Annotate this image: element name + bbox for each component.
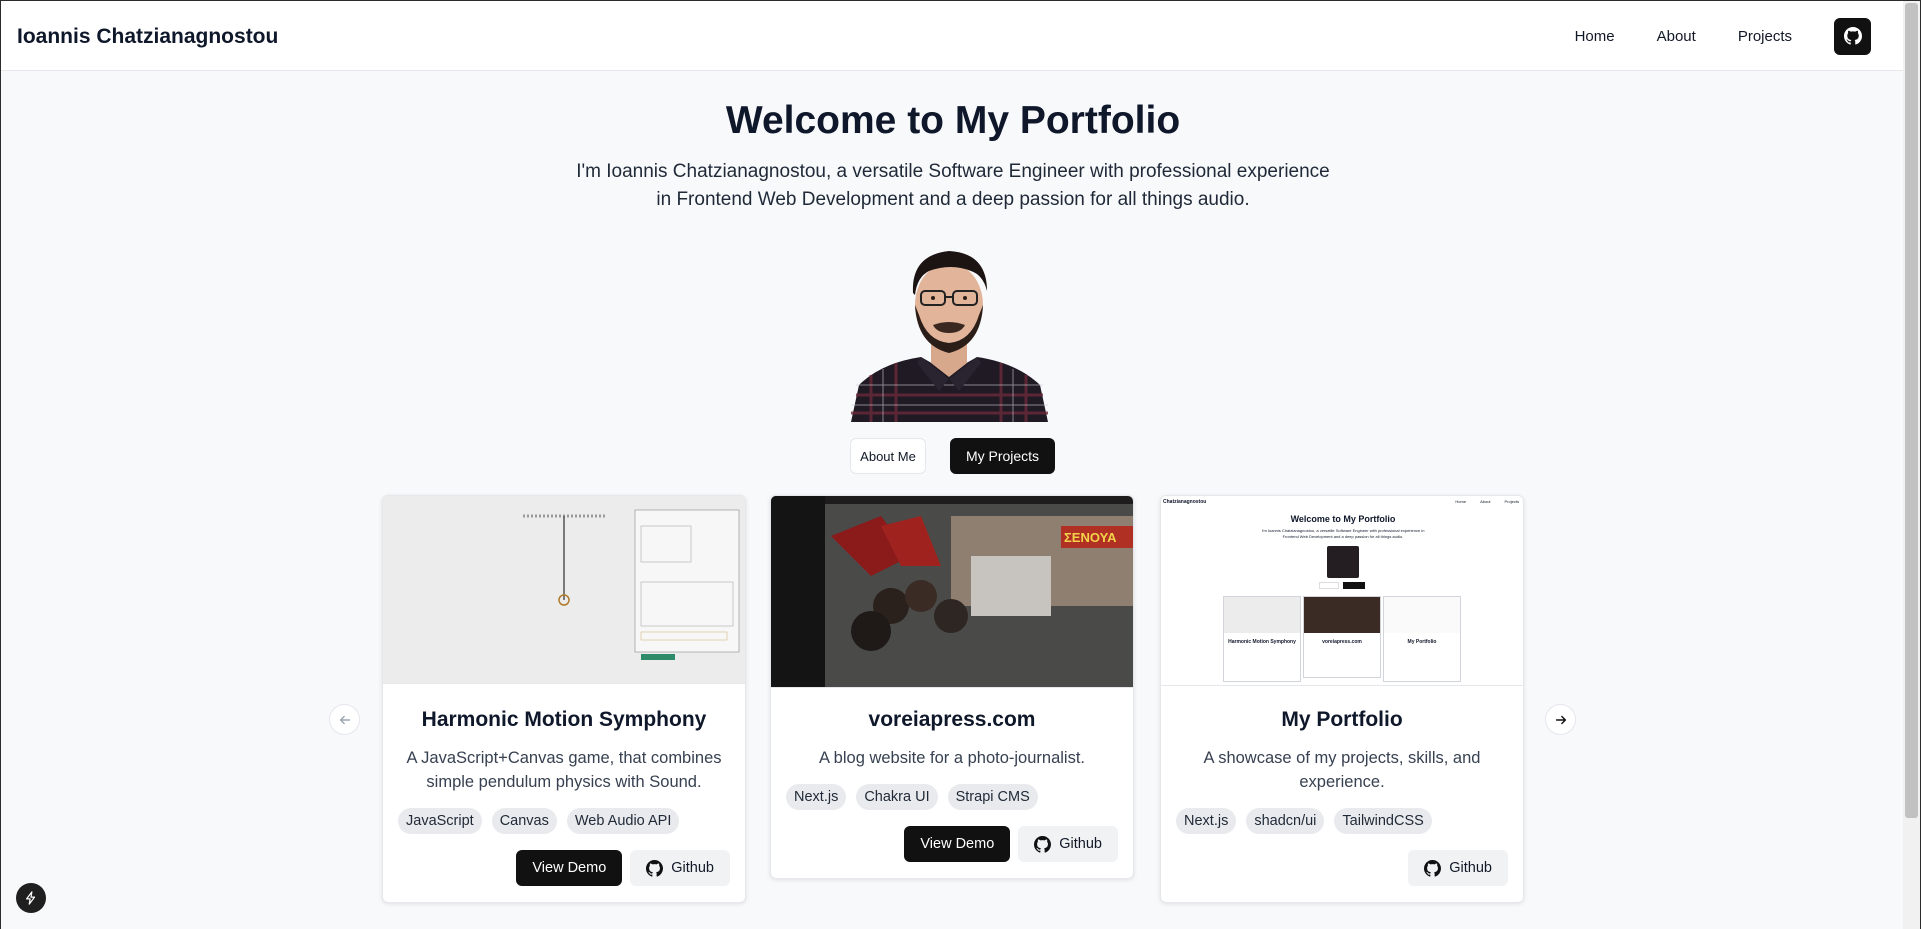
brand-name[interactable]: Ioannis Chatzianagnostou [17, 25, 278, 49]
about-me-button[interactable]: About Me [850, 438, 926, 474]
hero-title: Welcome to My Portfolio [725, 99, 1181, 142]
github-icon [1034, 835, 1052, 853]
thumb-nav-item: Home [1455, 499, 1467, 504]
project-screenshot: Chatzianagnostou Home About Projects Wel… [1161, 496, 1523, 686]
main-nav: Home About Projects [1575, 17, 1905, 55]
project-card: Harmonic Motion Symphony A JavaScript+Ca… [382, 495, 746, 903]
tech-tag: shadcn/ui [1246, 808, 1325, 834]
github-button[interactable]: Github [630, 850, 730, 886]
card-actions: Github [1161, 850, 1523, 886]
github-icon [1424, 859, 1442, 877]
project-description: A JavaScript+Canvas game, that combines … [406, 749, 722, 791]
card-actions: View Demo Github [771, 826, 1133, 862]
carousel-next-button[interactable] [1545, 704, 1576, 735]
tech-tag: Next.js [1176, 808, 1237, 834]
github-button-label: Github [671, 860, 714, 876]
github-button-label: Github [1449, 860, 1492, 876]
carousel-prev-button[interactable] [329, 704, 360, 735]
project-title: My Portfolio [1281, 708, 1403, 731]
browser-viewport: Ioannis Chatzianagnostou Home About Proj… [0, 0, 1921, 929]
card-actions: View Demo Github [383, 850, 745, 886]
project-screenshot: ΣΕΝΟΥΑ [771, 496, 1133, 688]
scrollbar-thumb[interactable] [1905, 3, 1918, 818]
lightning-icon [26, 891, 36, 905]
thumb-title: Welcome to My Portfolio [1290, 514, 1396, 524]
project-title: voreiapress.com [868, 708, 1036, 731]
tech-tag: Strapi CMS [947, 784, 1038, 810]
tech-tags: Next.js Chakra UI Strapi CMS [771, 784, 1133, 810]
project-screenshot [383, 496, 745, 684]
view-demo-button[interactable]: View Demo [904, 826, 1011, 862]
tech-tag: Next.js [786, 784, 847, 810]
project-title: Harmonic Motion Symphony [421, 708, 707, 731]
github-icon [1843, 27, 1862, 45]
thumb-card-title: My Portfolio [1407, 639, 1437, 645]
project-description: A showcase of my projects, skills, and e… [1203, 749, 1481, 791]
tech-tag: Web Audio API [566, 808, 680, 834]
thumb-card-title: Harmonic Motion Symphony [1228, 639, 1296, 645]
my-projects-button[interactable]: My Projects [950, 438, 1055, 474]
github-button[interactable]: Github [1018, 826, 1118, 862]
arrow-right-icon [1555, 715, 1566, 724]
tech-tag: Canvas [491, 808, 557, 834]
github-icon [646, 859, 664, 877]
nav-projects[interactable]: Projects [1738, 28, 1792, 45]
arrow-left-icon [339, 715, 350, 724]
site-header: Ioannis Chatzianagnostou Home About Proj… [1, 1, 1905, 71]
nav-about[interactable]: About [1657, 28, 1696, 45]
tech-tag: Chakra UI [856, 784, 938, 810]
hero-subtitle: I'm Ioannis Chatzianagnostou, a versatil… [576, 161, 1330, 210]
project-card: Chatzianagnostou Home About Projects Wel… [1160, 495, 1524, 903]
github-button[interactable]: Github [1408, 850, 1508, 886]
tech-tags: JavaScript Canvas Web Audio API [383, 808, 745, 834]
nav-home[interactable]: Home [1575, 28, 1615, 45]
thumb-nav-item: Projects [1504, 499, 1519, 504]
thumb-nav-item: About [1480, 499, 1491, 504]
profile-photo [851, 245, 1048, 422]
page-scrollbar[interactable] [1903, 1, 1920, 929]
dev-tools-button[interactable] [16, 883, 46, 913]
tech-tags: Next.js shadcn/ui TailwindCSS [1161, 808, 1523, 834]
tech-tag: JavaScript [398, 808, 482, 834]
tech-tag: TailwindCSS [1334, 808, 1432, 834]
sign-text: ΣΕΝΟΥΑ [1064, 530, 1117, 545]
thumb-subtitle: I'm Ioannis Chatzianagnostou, a versatil… [1261, 528, 1425, 539]
github-header-button[interactable] [1834, 17, 1871, 55]
project-card: ΣΕΝΟΥΑ voreiapress.com A blog website fo… [770, 495, 1134, 879]
project-description: A blog website for a photo-journalist. [819, 749, 1085, 767]
thumb-card-title: voreiapress.com [1322, 639, 1362, 645]
view-demo-button[interactable]: View Demo [516, 850, 623, 886]
thumb-brand: Chatzianagnostou [1163, 499, 1207, 505]
github-button-label: Github [1059, 836, 1102, 852]
